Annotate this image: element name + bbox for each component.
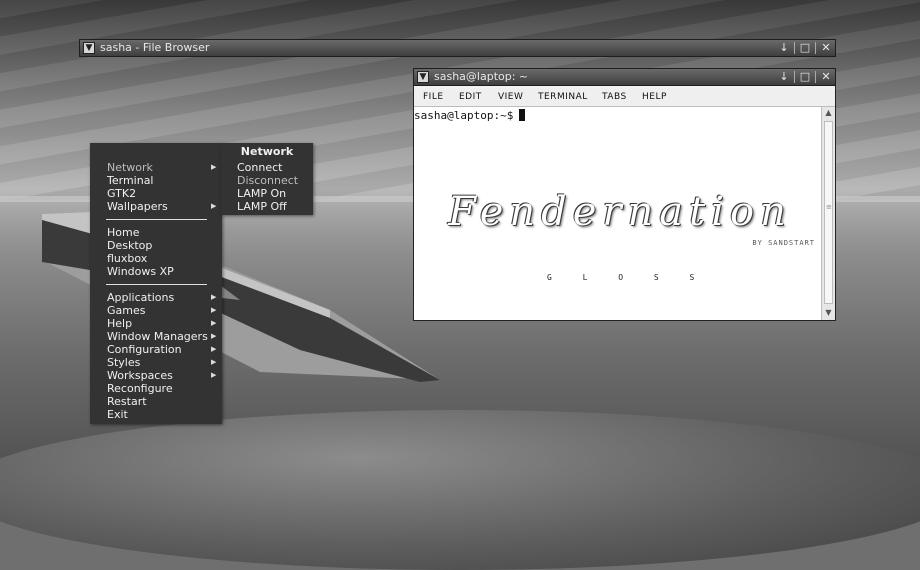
prompt-text: sasha@laptop:~$ [414,109,514,122]
submenu-arrow-icon: ▶ [211,358,217,366]
submenu-arrow-icon: ▶ [211,202,217,210]
menu-item-network[interactable]: Network [107,161,153,174]
close-button[interactable]: ✕ [820,70,832,84]
menu-edit[interactable]: Edit [459,88,482,106]
menu-item-home[interactable]: Home [107,226,139,239]
menu-item-windows-xp[interactable]: Windows XP [107,265,174,278]
terminal-window[interactable]: ▼ sasha@laptop: ~ ↓ □ ✕ File Edit View T… [413,68,836,321]
network-submenu: Network Connect Disconnect LAMP On LAMP … [221,143,313,215]
close-button[interactable]: ✕ [820,41,832,55]
text-cursor [519,109,526,121]
submenu-arrow-icon: ▶ [211,371,217,379]
menu-item-connect[interactable]: Connect [237,161,282,174]
file-browser-titlebar[interactable]: ▼ sasha - File Browser ↓ □ ✕ [79,39,836,57]
maximize-button[interactable]: □ [799,70,811,84]
menu-item-exit[interactable]: Exit [107,408,128,421]
menu-tabs[interactable]: Tabs [602,88,627,106]
menu-item-games[interactable]: Games [107,304,145,317]
menu-help[interactable]: Help [642,88,667,106]
grip-icon: ≡ [826,203,832,211]
file-browser-title: sasha - File Browser [100,41,210,54]
menu-item-restart[interactable]: Restart [107,395,147,408]
menu-item-fluxbox[interactable]: fluxbox [107,252,147,265]
menu-item-styles[interactable]: Styles [107,356,140,369]
menu-item-desktop[interactable]: Desktop [107,239,152,252]
menu-file[interactable]: File [423,88,444,106]
menu-item-disconnect[interactable]: Disconnect [237,174,298,187]
titlebar-divider [815,42,816,54]
root-menu: Network ▶ Terminal GTK2 Wallpapers ▶ Hom… [90,143,222,424]
menu-item-applications[interactable]: Applications [107,291,174,304]
submenu-arrow-icon: ▶ [211,293,217,301]
gloss-text: G L O S S [547,273,695,282]
submenu-arrow-icon: ▶ [211,345,217,353]
titlebar-divider [794,42,795,54]
fendernation-logo: Fendernation [448,189,792,235]
menu-item-wallpapers[interactable]: Wallpapers [107,200,168,213]
menu-item-help[interactable]: Help [107,317,132,330]
terminal-title: sasha@laptop: ~ [434,70,529,83]
menu-item-gtk2[interactable]: GTK2 [107,187,136,200]
menu-item-window-managers[interactable]: Window Managers [107,330,208,343]
menu-separator [106,219,207,220]
terminal-prompt: sasha@laptop:~$ [414,109,526,122]
submenu-arrow-icon: ▶ [211,306,217,314]
submenu-arrow-icon: ▶ [211,332,217,340]
iconify-button[interactable]: ↓ [778,41,790,55]
iconify-button[interactable]: ↓ [778,70,790,84]
terminal-scrollbar[interactable]: ▲ ≡ ▼ [821,107,835,320]
submenu-arrow-icon: ▶ [211,163,217,171]
maximize-button[interactable]: □ [799,41,811,55]
scroll-up-icon[interactable]: ▲ [823,108,834,118]
menu-view[interactable]: View [498,88,523,106]
menu-item-workspaces[interactable]: Workspaces [107,369,173,382]
titlebar-divider [794,71,795,83]
logo-byline: BY SANDSTART [752,239,815,247]
menu-terminal[interactable]: Terminal [538,88,588,106]
terminal-body[interactable]: sasha@laptop:~$ Fendernation BY SANDSTAR… [414,107,821,320]
menu-separator [106,284,207,285]
window-menu-icon[interactable]: ▼ [83,42,95,54]
submenu-arrow-icon: ▶ [211,319,217,327]
menu-item-lamp-on[interactable]: LAMP On [237,187,286,200]
wallpaper-dune [0,410,920,570]
terminal-menubar: File Edit View Terminal Tabs Help [414,88,835,107]
terminal-titlebar[interactable]: ▼ sasha@laptop: ~ ↓ □ ✕ [413,68,836,86]
submenu-title: Network [240,145,294,158]
scroll-down-icon[interactable]: ▼ [823,308,834,318]
menu-item-terminal[interactable]: Terminal [107,174,154,187]
window-menu-icon[interactable]: ▼ [417,71,429,83]
titlebar-divider [815,71,816,83]
scrollbar-thumb[interactable]: ≡ [824,121,833,304]
menu-item-reconfigure[interactable]: Reconfigure [107,382,173,395]
menu-item-configuration[interactable]: Configuration [107,343,182,356]
menu-item-lamp-off[interactable]: LAMP Off [237,200,287,213]
